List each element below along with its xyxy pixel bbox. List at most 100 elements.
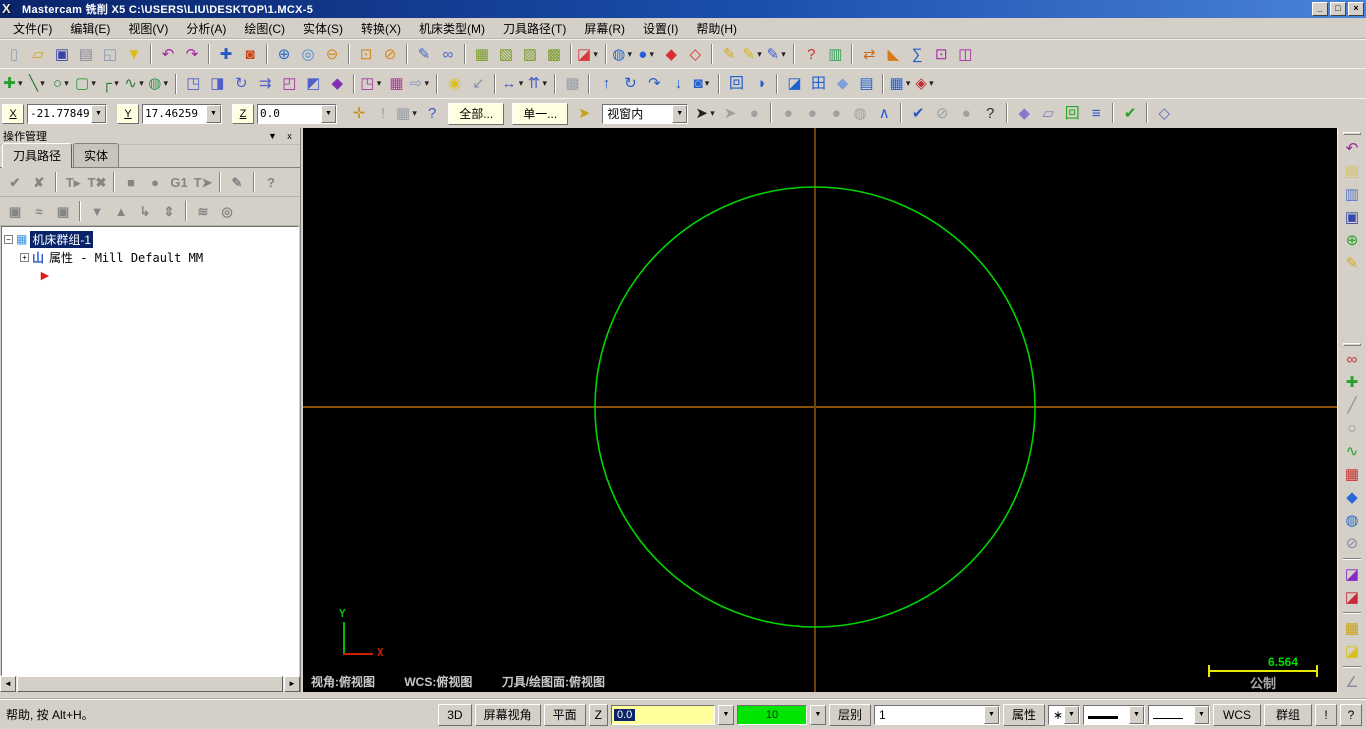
surface-create-icon[interactable]: ▦: [888, 73, 913, 95]
nesting-icon-dropdown[interactable]: [374, 73, 383, 95]
axis-button[interactable]: X: [2, 103, 24, 124]
scroll-right-icon[interactable]: ►: [284, 676, 300, 692]
copy-icon[interactable]: ▥: [1340, 183, 1364, 206]
toolbar-drag-handle[interactable]: [1343, 132, 1361, 135]
analyze-color-icon[interactable]: ▥: [823, 43, 847, 65]
menu-edit[interactable]: 编辑(E): [61, 18, 119, 39]
tree-item-machine-group[interactable]: 机床群组-1: [30, 230, 94, 248]
create-rectangle-icon-dropdown[interactable]: [89, 73, 98, 95]
gview-front-icon[interactable]: ▧: [494, 43, 518, 65]
color-swatch[interactable]: 10: [736, 704, 807, 725]
level-dropdown-icon[interactable]: [983, 705, 999, 724]
distance-icon-dropdown[interactable]: [516, 73, 525, 95]
create-cylinder-icon-dropdown[interactable]: [161, 73, 170, 95]
ops-horizontal-scrollbar[interactable]: ◄ ►: [0, 676, 300, 692]
solid-history-icon[interactable]: 田: [806, 73, 830, 95]
menu-xform[interactable]: 转换(X): [352, 18, 410, 39]
lock-icon[interactable]: ▣: [3, 200, 27, 222]
stretch-icon[interactable]: ⇨: [408, 73, 432, 95]
create-fillet-icon-dropdown[interactable]: [112, 73, 121, 95]
panel-collapse-icon[interactable]: ▼: [265, 130, 280, 143]
xform-scale-icon[interactable]: ◰: [277, 73, 301, 95]
zoom-window-icon[interactable]: ◎: [296, 43, 320, 65]
select-vector-icon[interactable]: ●: [800, 103, 824, 125]
surface-create-icon-dropdown[interactable]: [904, 73, 913, 95]
ops-options-icon[interactable]: ◎: [215, 200, 239, 222]
analyze-volume-icon[interactable]: ∑: [905, 43, 929, 65]
lightbulb-icon[interactable]: ◉: [442, 73, 466, 95]
select-solid-icon[interactable]: ◍: [848, 103, 872, 125]
hatch-icon[interactable]: ▩: [560, 73, 584, 95]
solid-combine-icon-dropdown[interactable]: [927, 73, 936, 95]
select-help-icon[interactable]: ?: [978, 103, 1002, 125]
multi-edit-attributes-icon-dropdown[interactable]: [755, 43, 764, 65]
insert-arrow-icon[interactable]: ►: [38, 267, 52, 283]
analyze-contour-icon[interactable]: ◫: [953, 43, 977, 65]
select-circle-icon[interactable]: ●: [954, 103, 978, 125]
line-width-dropdown-icon[interactable]: [1194, 705, 1209, 724]
axis-dropdown-icon[interactable]: [321, 104, 336, 123]
analyze-position-icon[interactable]: ?: [799, 43, 823, 65]
menu-file[interactable]: 文件(F): [4, 18, 61, 39]
pencil-icon[interactable]: ✎: [1340, 252, 1364, 275]
axis-dropdown-icon[interactable]: [206, 104, 221, 123]
solid-fillet-icon[interactable]: ◙: [690, 73, 714, 95]
expand-gview-icon[interactable]: ◇: [1152, 103, 1176, 125]
cursor-sketch-icon[interactable]: ✎: [412, 43, 436, 65]
color-dropdown-icon[interactable]: [809, 704, 826, 725]
attr-red-icon[interactable]: ◪: [1340, 586, 1364, 609]
gview-isometric-icon[interactable]: ▩: [542, 43, 566, 65]
stretch-icon-dropdown[interactable]: [422, 73, 431, 95]
fastpoint-icon[interactable]: !: [371, 103, 395, 125]
create-rectangle-icon[interactable]: ▢: [74, 73, 99, 95]
select-polygon-icon[interactable]: ●: [776, 103, 800, 125]
scroll-ops-icon[interactable]: ⇕: [157, 200, 181, 222]
collapse-node-icon[interactable]: −: [4, 234, 13, 244]
g1-post-icon[interactable]: G1: [167, 171, 191, 193]
chain-start-icon[interactable]: ◆: [1012, 103, 1036, 125]
new-file-icon[interactable]: ▯: [2, 43, 26, 65]
select-all-operations-icon[interactable]: ✔: [3, 171, 27, 193]
menu-help[interactable]: 帮助(H): [687, 18, 746, 39]
axis-button[interactable]: Z: [232, 103, 254, 124]
construction-plane-icon-dropdown[interactable]: [647, 43, 656, 65]
validate-cursor-icon[interactable]: ✔: [906, 103, 930, 125]
create-point-icon-dropdown[interactable]: [16, 73, 25, 95]
menu-analyze[interactable]: 分析(A): [177, 18, 235, 39]
statusbar-help-button[interactable]: ?: [1340, 703, 1362, 726]
minimize-button[interactable]: _: [1312, 2, 1328, 16]
selection-mode-dropdown[interactable]: 视窗内: [602, 103, 689, 124]
solid-shell-icon[interactable]: 回: [724, 73, 748, 95]
pan-icon[interactable]: ✚: [214, 43, 238, 65]
line-style-dropdown-icon[interactable]: [1129, 705, 1144, 724]
save-icon[interactable]: ▣: [50, 43, 74, 65]
trim-ops-icon[interactable]: ≋: [191, 200, 215, 222]
zoom-target-icon[interactable]: ⊡: [354, 43, 378, 65]
z-depth-button[interactable]: Z: [588, 703, 608, 726]
select-arrow-icon-dropdown[interactable]: [708, 103, 717, 125]
analyze-distance-icon[interactable]: ⇄: [857, 43, 881, 65]
line-width-dropdown[interactable]: [1148, 704, 1210, 725]
attributes-button[interactable]: 属性: [1002, 703, 1045, 726]
warning-button[interactable]: !: [1315, 703, 1337, 726]
deselect-all-operations-icon[interactable]: ✘: [27, 171, 51, 193]
analyze-dynamic-icon[interactable]: ◣: [881, 43, 905, 65]
solid-boolean-icon[interactable]: ◑: [748, 73, 772, 95]
blank-screen-icon[interactable]: ∞: [436, 43, 460, 65]
create-spline-icon-dropdown[interactable]: [137, 73, 146, 95]
nesting-icon[interactable]: ◳: [359, 73, 384, 95]
measure-arrow-icon[interactable]: ↙: [466, 73, 490, 95]
clear-colors-icon[interactable]: ∞: [1340, 348, 1364, 371]
toolbar-drag-handle[interactable]: [1343, 343, 1361, 346]
panel-close-icon[interactable]: x: [282, 130, 297, 143]
scroll-left-icon[interactable]: ◄: [0, 676, 16, 692]
z-depth-field[interactable]: 0.0: [610, 704, 715, 725]
gview-select-icon-dropdown[interactable]: [410, 103, 419, 125]
restore-button[interactable]: □: [1330, 2, 1346, 16]
create-spline-icon[interactable]: ∿: [123, 73, 147, 95]
analyze-angle-icon[interactable]: ∠: [1340, 671, 1364, 694]
highfeed-icon[interactable]: ✎: [225, 171, 249, 193]
xform-rotate-icon[interactable]: ↻: [229, 73, 253, 95]
select-back-icon[interactable]: ∧: [872, 103, 896, 125]
create-line-icon-dropdown[interactable]: [38, 73, 47, 95]
